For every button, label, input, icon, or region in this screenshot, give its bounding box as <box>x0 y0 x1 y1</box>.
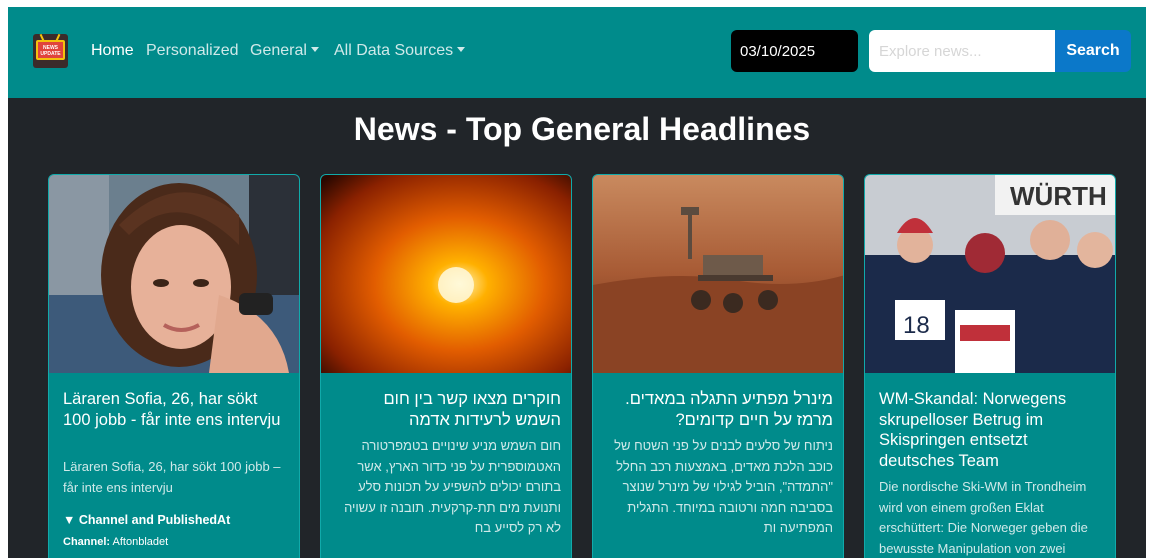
mars-rover-photo <box>593 175 843 373</box>
channel-value: Aftonbladet <box>112 536 169 548</box>
nav-personalized[interactable]: Personalized <box>146 42 239 60</box>
news-card[interactable]: Läraren Sofia, 26, har sökt 100 jobb - f… <box>48 174 300 558</box>
card-description: Läraren Sofia, 26, har sökt 100 jobb – f… <box>63 459 281 495</box>
channel-label: Channel: <box>63 536 111 548</box>
app-frame: NEWS UPDATE Home Personalized General Al… <box>8 7 1146 558</box>
channel-info: Channel: Aftonbladet <box>63 536 168 548</box>
nav-all-data-sources-dropdown[interactable]: All Data Sources <box>334 42 466 60</box>
news-update-logo[interactable]: NEWS UPDATE <box>33 33 68 68</box>
card-description: Die nordische Ski-WM in Trondheim wird v… <box>879 479 1088 556</box>
date-picker[interactable]: 03/10/2025 <box>731 30 858 72</box>
card-title[interactable]: מינרל מפתיע התגלה במאדים. מרמז על חיים ק… <box>607 389 833 430</box>
channel-details-toggle[interactable]: ▼ Channel and PublishedAt <box>63 513 230 527</box>
sun-photo <box>321 175 571 373</box>
search-input[interactable] <box>869 30 1055 72</box>
card-title[interactable]: Läraren Sofia, 26, har sökt 100 jobb - f… <box>63 389 289 430</box>
nav-all-data-sources-label: All Data Sources <box>334 42 454 59</box>
card-description: ניתוח של סלעים לבנים על פני השטח של כוכב… <box>614 438 833 535</box>
nav-home[interactable]: Home <box>91 42 134 60</box>
news-card[interactable]: חוקרים מצאו קשר בין חום השמש לרעידות אדמ… <box>320 174 572 558</box>
chevron-down-icon <box>457 47 466 52</box>
page-title: News - Top General Headlines <box>353 111 811 147</box>
nav-general-label: General <box>250 42 307 59</box>
search-button[interactable]: Search <box>1055 30 1131 72</box>
portrait-photo <box>49 175 299 373</box>
logo-text: NEWS UPDATE <box>40 45 61 57</box>
card-title[interactable]: חוקרים מצאו קשר בין חום השמש לרעידות אדמ… <box>335 389 561 430</box>
ski-jumpers-photo: WÜRTH 18 <box>865 175 1115 373</box>
news-card[interactable]: מינרל מפתיע התגלה במאדים. מרמז על חיים ק… <box>592 174 844 558</box>
nav-general-dropdown[interactable]: General <box>250 42 319 60</box>
svg-text:18: 18 <box>903 312 930 339</box>
news-card[interactable]: WÜRTH 18 WM-Skandal: Norwegens skrupello… <box>864 174 1116 558</box>
chevron-down-icon <box>310 47 319 52</box>
svg-text:WÜRTH: WÜRTH <box>1010 181 1107 211</box>
card-description: חום השמש מניע שינויים בטמפרטורה האטמוספר… <box>344 438 561 535</box>
card-title[interactable]: WM-Skandal: Norwegens skrupelloser Betru… <box>879 389 1105 471</box>
navbar: NEWS UPDATE Home Personalized General Al… <box>8 7 1146 98</box>
